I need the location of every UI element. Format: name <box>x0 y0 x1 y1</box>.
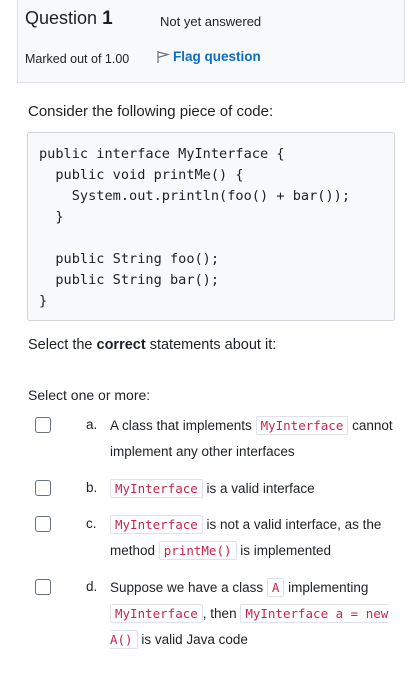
option-b-letter: b. <box>86 480 98 495</box>
option-c-text[interactable]: MyInterface is not a valid interface, as… <box>110 512 395 564</box>
instruction-text-end: statements about it: <box>145 337 277 353</box>
option-c-letter: c. <box>86 516 97 531</box>
question-number: Question 1 <box>25 8 113 30</box>
question-state: Not yet answered <box>160 14 262 29</box>
option-c-checkbox[interactable] <box>35 516 51 532</box>
question-number-value: 1 <box>102 8 113 29</box>
option-d-code-1: A <box>266 578 285 597</box>
question-word: Question <box>25 8 98 28</box>
question-prompt: Consider the following piece of code: <box>28 103 274 120</box>
option-a-text[interactable]: A class that implements MyInterface cann… <box>110 413 395 465</box>
select-prompt: Select one or more: <box>28 387 151 403</box>
option-a-letter: a. <box>86 417 98 432</box>
flag-question-link[interactable]: Flag question <box>156 49 261 64</box>
option-d-text-2: implementing <box>284 580 369 595</box>
option-d-checkbox[interactable] <box>35 579 51 595</box>
instruction-emphasis: correct <box>96 337 146 353</box>
option-d-text-3: , then <box>202 606 241 621</box>
option-b-code-1: MyInterface <box>110 479 203 498</box>
option-a-text-1: A class that implements <box>110 418 256 433</box>
question-instruction: Select the correct statements about it: <box>28 337 276 353</box>
instruction-text: Select the <box>28 337 97 353</box>
option-d-text-4: is valid Java code <box>137 632 248 647</box>
option-d-letter: d. <box>86 579 98 594</box>
option-d-code-2: MyInterface <box>110 604 203 623</box>
option-c-code-1: MyInterface <box>110 515 203 534</box>
option-b-text[interactable]: MyInterface is a valid interface <box>110 476 395 502</box>
option-d-text[interactable]: Suppose we have a class A implementing M… <box>110 575 395 653</box>
question-grade: Marked out of 1.00 <box>25 52 130 66</box>
code-block: public interface MyInterface { public vo… <box>27 132 395 321</box>
flag-label[interactable]: Flag question <box>173 49 261 64</box>
option-b-text-1: is a valid interface <box>202 481 315 496</box>
question-info-panel: Question 1 Not yet answered Marked out o… <box>17 0 405 83</box>
option-b-checkbox[interactable] <box>35 480 51 496</box>
option-c-text-2: is implemented <box>236 543 332 558</box>
flag-icon <box>157 50 170 63</box>
option-d-text-1: Suppose we have a class <box>110 580 267 595</box>
option-c-code-2: printMe() <box>158 541 237 560</box>
option-a-code-1: MyInterface <box>255 416 349 435</box>
option-a-checkbox[interactable] <box>35 417 51 433</box>
